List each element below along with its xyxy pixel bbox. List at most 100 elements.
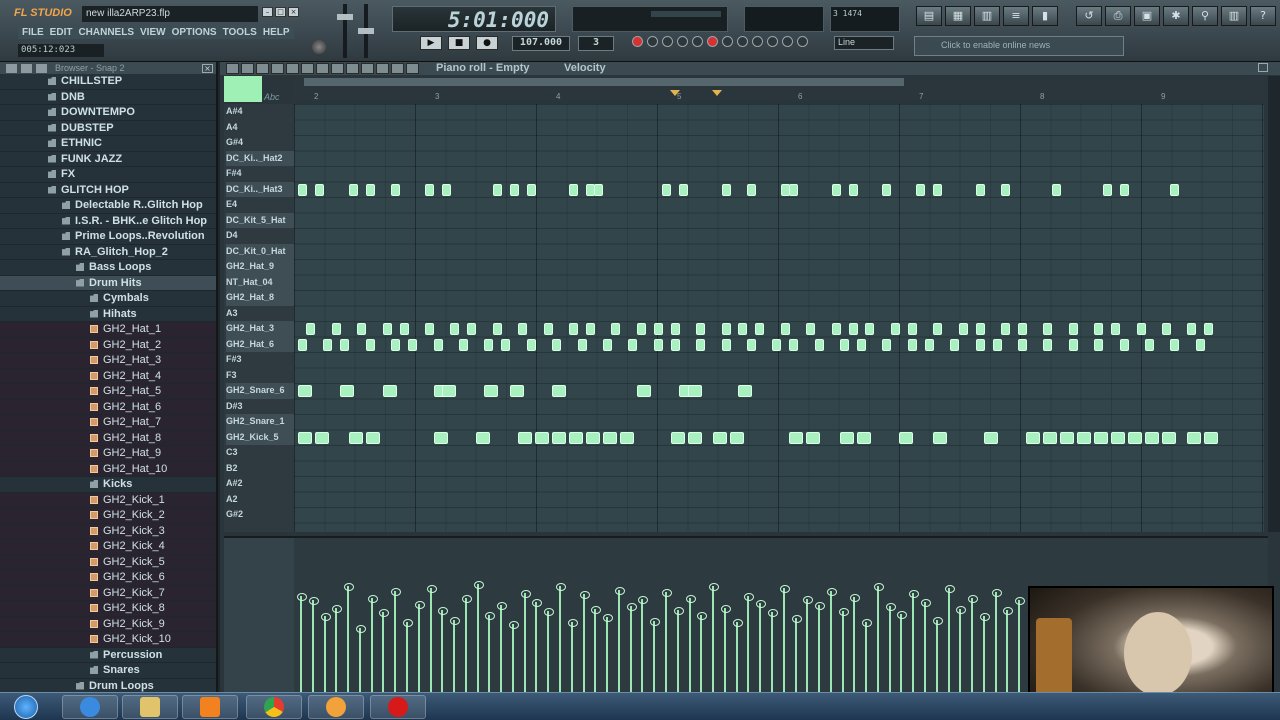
note-block[interactable] xyxy=(1204,431,1219,444)
velocity-bar[interactable] xyxy=(991,589,1002,694)
note-block[interactable] xyxy=(314,183,324,196)
note-block[interactable] xyxy=(696,338,706,351)
piano-key-label[interactable]: NT_Hat_04 xyxy=(226,274,294,290)
browser-folder-item[interactable]: DNB xyxy=(0,89,216,105)
velocity-bar[interactable] xyxy=(497,602,508,694)
note-block[interactable] xyxy=(323,338,333,351)
note-block[interactable] xyxy=(958,323,968,335)
piano-key-label[interactable]: F#4 xyxy=(226,166,294,182)
piano-roll-title[interactable]: Piano roll - Empty xyxy=(436,62,530,74)
velocity-bar[interactable] xyxy=(344,583,355,694)
piano-key-label[interactable]: DC_Kit_0_Hat xyxy=(226,243,294,259)
piano-key-label[interactable]: GH2_Snare_6 xyxy=(226,383,294,399)
option-toggle-icon[interactable] xyxy=(767,36,778,47)
zoom-corner[interactable] xyxy=(224,76,262,102)
mixer-icon[interactable]: ▮ xyxy=(1032,6,1058,26)
velocity-bar[interactable] xyxy=(297,593,307,694)
note-block[interactable] xyxy=(433,431,448,444)
note-block[interactable] xyxy=(814,338,824,351)
note-block[interactable] xyxy=(1145,338,1154,351)
note-block[interactable] xyxy=(907,338,917,351)
browser-file-item[interactable]: GH2_Kick_2 xyxy=(0,508,216,524)
note-block[interactable] xyxy=(543,323,553,335)
note-block[interactable] xyxy=(882,338,892,351)
velocity-bar[interactable] xyxy=(579,591,590,694)
velocity-bar[interactable] xyxy=(567,619,578,694)
master-volume-slider[interactable] xyxy=(337,4,353,58)
zoom-tool-icon[interactable] xyxy=(331,63,344,74)
note-block[interactable] xyxy=(552,431,567,444)
note-block[interactable] xyxy=(721,323,731,335)
note-block[interactable] xyxy=(348,431,363,444)
note-block[interactable] xyxy=(433,338,443,351)
browser-file-item[interactable]: GH2_Hat_6 xyxy=(0,399,216,415)
piano-key-label[interactable]: GH2_Hat_3 xyxy=(226,321,294,337)
note-block[interactable] xyxy=(526,338,536,351)
browser-forward-icon[interactable] xyxy=(36,63,47,73)
browser-folder-item[interactable]: Snares xyxy=(0,663,216,679)
select-tool-icon[interactable] xyxy=(316,63,329,74)
option-toggle-icon[interactable] xyxy=(647,36,658,47)
browser-file-item[interactable]: GH2_Kick_1 xyxy=(0,492,216,508)
browser-folder-item[interactable]: Prime Loops..Revolution xyxy=(0,229,216,245)
note-block[interactable] xyxy=(1001,323,1010,335)
menu-options[interactable]: OPTIONS xyxy=(172,27,217,38)
online-news-bar[interactable]: Click to enable online news xyxy=(914,36,1124,56)
pattern-selector[interactable]: 3 xyxy=(578,36,614,51)
note-block[interactable] xyxy=(975,338,985,351)
velocity-bar[interactable] xyxy=(520,590,531,694)
note-block[interactable] xyxy=(509,183,519,196)
arrow-left-icon[interactable] xyxy=(226,63,239,74)
browser-file-item[interactable]: GH2_Kick_5 xyxy=(0,554,216,570)
velocity-bar[interactable] xyxy=(308,597,319,694)
note-block[interactable] xyxy=(365,338,375,351)
note-block[interactable] xyxy=(1017,338,1027,351)
browser-file-item[interactable]: GH2_Kick_10 xyxy=(0,632,216,648)
note-block[interactable] xyxy=(594,183,604,196)
help-icon[interactable]: ? xyxy=(1250,6,1276,26)
option-toggle-icon[interactable] xyxy=(797,36,808,47)
note-block[interactable] xyxy=(1119,183,1129,196)
piano-key-label[interactable]: A#2 xyxy=(226,476,294,492)
note-block[interactable] xyxy=(441,183,451,196)
note-block[interactable] xyxy=(450,323,460,335)
note-block[interactable] xyxy=(721,183,731,196)
option-toggle-icon[interactable] xyxy=(737,36,748,47)
note-block[interactable] xyxy=(1094,323,1104,335)
piano-key-label[interactable]: GH2_Snare_1 xyxy=(226,414,294,430)
piano-key-label[interactable]: DC_Kit_5_Hat xyxy=(226,212,294,228)
piano-key-label[interactable]: B2 xyxy=(226,461,294,477)
velocity-bar[interactable] xyxy=(862,619,873,694)
snap-icon[interactable] xyxy=(361,63,374,74)
paint-tool-icon[interactable] xyxy=(256,63,269,74)
menu-file[interactable]: FILE xyxy=(22,27,44,38)
note-block[interactable] xyxy=(1043,323,1053,335)
note-block[interactable] xyxy=(806,323,816,335)
minimize-button[interactable]: – xyxy=(262,7,273,17)
velocity-bar[interactable] xyxy=(355,625,366,694)
velocity-bar[interactable] xyxy=(591,606,602,694)
note-block[interactable] xyxy=(687,431,702,444)
velocity-bar[interactable] xyxy=(544,608,555,694)
velocity-bar[interactable] xyxy=(450,617,461,694)
note-block[interactable] xyxy=(1094,431,1109,444)
note-block[interactable] xyxy=(789,338,799,351)
note-block[interactable] xyxy=(1161,431,1176,444)
note-block[interactable] xyxy=(670,338,680,351)
note-block[interactable] xyxy=(306,323,316,335)
note-block[interactable] xyxy=(653,338,663,351)
velocity-bar[interactable] xyxy=(626,603,637,694)
velocity-bar[interactable] xyxy=(697,612,708,694)
snap-line-select[interactable]: Line xyxy=(834,36,894,50)
note-block[interactable] xyxy=(382,385,397,397)
note-block[interactable] xyxy=(399,323,409,335)
note-block[interactable] xyxy=(729,431,744,444)
tempo-display[interactable]: 107.000 xyxy=(512,36,570,51)
note-block[interactable] xyxy=(696,323,706,335)
taskbar-media-player[interactable] xyxy=(182,695,238,719)
mute-tool-icon[interactable] xyxy=(286,63,299,74)
piano-keyboard[interactable]: A#4 A4 G#4 DC_Ki.._Hat2 F#4 DC_Ki.._Hat3 E4 DC_… xyxy=(224,104,294,532)
velocity-bar[interactable] xyxy=(921,599,932,694)
note-block[interactable] xyxy=(806,431,821,444)
close-button[interactable]: × xyxy=(288,7,299,17)
